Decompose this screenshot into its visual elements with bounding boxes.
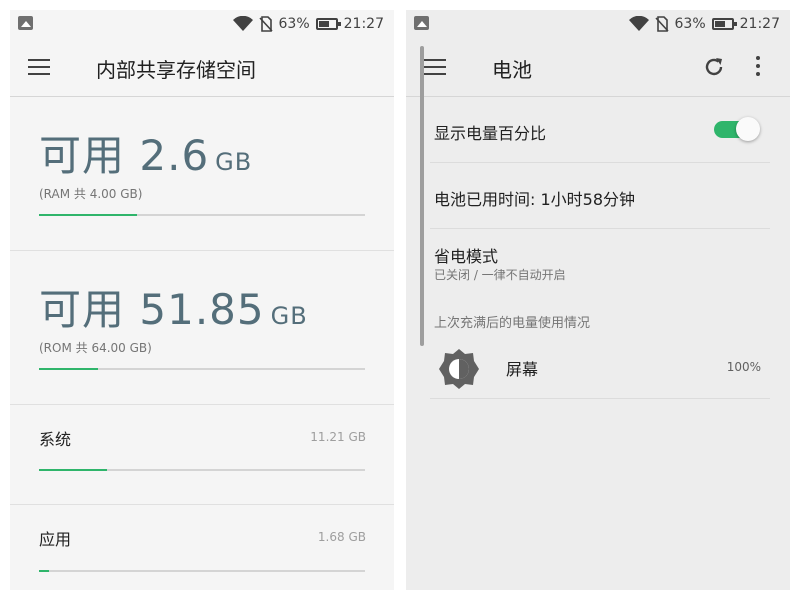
rom-summary: 可用 51.85 GB (ROM 共 64.00 GB) [39, 276, 365, 356]
page-title: 内部共享存储空间 [96, 58, 256, 82]
refresh-icon[interactable] [702, 55, 726, 79]
apps-usage-bar [39, 570, 365, 572]
rom-available-label: 可用 [39, 285, 126, 334]
apps-usage-fill [39, 570, 49, 572]
ram-available: 可用 2.6 GB [39, 122, 365, 183]
status-bar: 63% 21:27 [406, 10, 790, 38]
wifi-icon [232, 16, 253, 31]
menu-icon[interactable] [28, 59, 50, 75]
battery-icon [315, 18, 341, 30]
status-bar: 63% 21:27 [10, 10, 394, 38]
system-usage-bar [39, 469, 365, 471]
menu-icon[interactable] [424, 59, 446, 75]
rom-available: 可用 51.85 GB [39, 276, 365, 337]
show-percent-toggle[interactable] [714, 116, 762, 142]
ram-available-unit: GB [215, 148, 253, 176]
divider [10, 504, 394, 505]
apps-size: 1.68 GB [317, 530, 366, 544]
system-size: 11.21 GB [310, 430, 366, 444]
clock: 21:27 [739, 16, 780, 32]
no-sim-icon [258, 16, 273, 32]
more-vert-icon[interactable] [754, 56, 762, 80]
wifi-icon [628, 16, 649, 31]
ram-summary: 可用 2.6 GB (RAM 共 4.00 GB) [39, 122, 365, 202]
rom-available-value: 51.85 [139, 285, 265, 334]
page-title: 电池 [492, 58, 532, 82]
ram-usage-fill [39, 214, 137, 216]
usage-section-header: 上次充满后的电量使用情况 [434, 316, 591, 331]
scrollbar[interactable] [420, 46, 424, 346]
battery-percent: 63% [278, 16, 310, 32]
no-sim-icon [654, 16, 669, 32]
power-saving-status: 已关闭 / 一律不自动开启 [434, 268, 566, 282]
power-saving-label: 省电模式 [434, 247, 499, 266]
battery-icon [711, 18, 737, 30]
rom-total: (ROM 共 64.00 GB) [39, 341, 152, 355]
show-percent-label: 显示电量百分比 [434, 124, 547, 143]
apps-label: 应用 [39, 530, 72, 549]
system-label: 系统 [39, 430, 72, 449]
rom-available-unit: GB [270, 302, 308, 330]
divider [430, 162, 770, 163]
rom-usage-fill [39, 368, 98, 370]
battery-percent: 63% [674, 16, 706, 32]
ram-total: (RAM 共 4.00 GB) [39, 187, 143, 201]
usage-item-percent: 100% [726, 360, 761, 374]
brightness-icon [439, 349, 479, 389]
gallery-icon [18, 16, 33, 30]
divider [430, 398, 770, 399]
system-usage-fill [39, 469, 108, 471]
divider [10, 404, 394, 405]
ram-available-label: 可用 [39, 131, 126, 180]
divider [430, 228, 770, 229]
divider [10, 250, 394, 251]
gallery-icon [414, 16, 429, 30]
ram-usage-bar [39, 214, 365, 216]
battery-usage-time: 电池已用时间: 1小时58分钟 [434, 190, 636, 209]
storage-screen: 63% 21:27 内部共享存储空间 可用 2.6 GB (RAM 共 4.00 … [10, 10, 394, 590]
status-icons: 63% 21:27 [628, 14, 780, 34]
status-icons: 63% 21:27 [232, 14, 384, 34]
usage-item-label: 屏幕 [506, 360, 539, 379]
ram-available-value: 2.6 [139, 131, 210, 180]
rom-usage-bar [39, 368, 365, 370]
battery-screen: 63% 21:27 电池 显示电量百分比 电池已用时间: 1小时58分钟 省电模… [406, 10, 790, 590]
app-bar: 内部共享存储空间 [10, 38, 394, 97]
app-bar: 电池 [406, 38, 790, 97]
clock: 21:27 [343, 16, 384, 32]
